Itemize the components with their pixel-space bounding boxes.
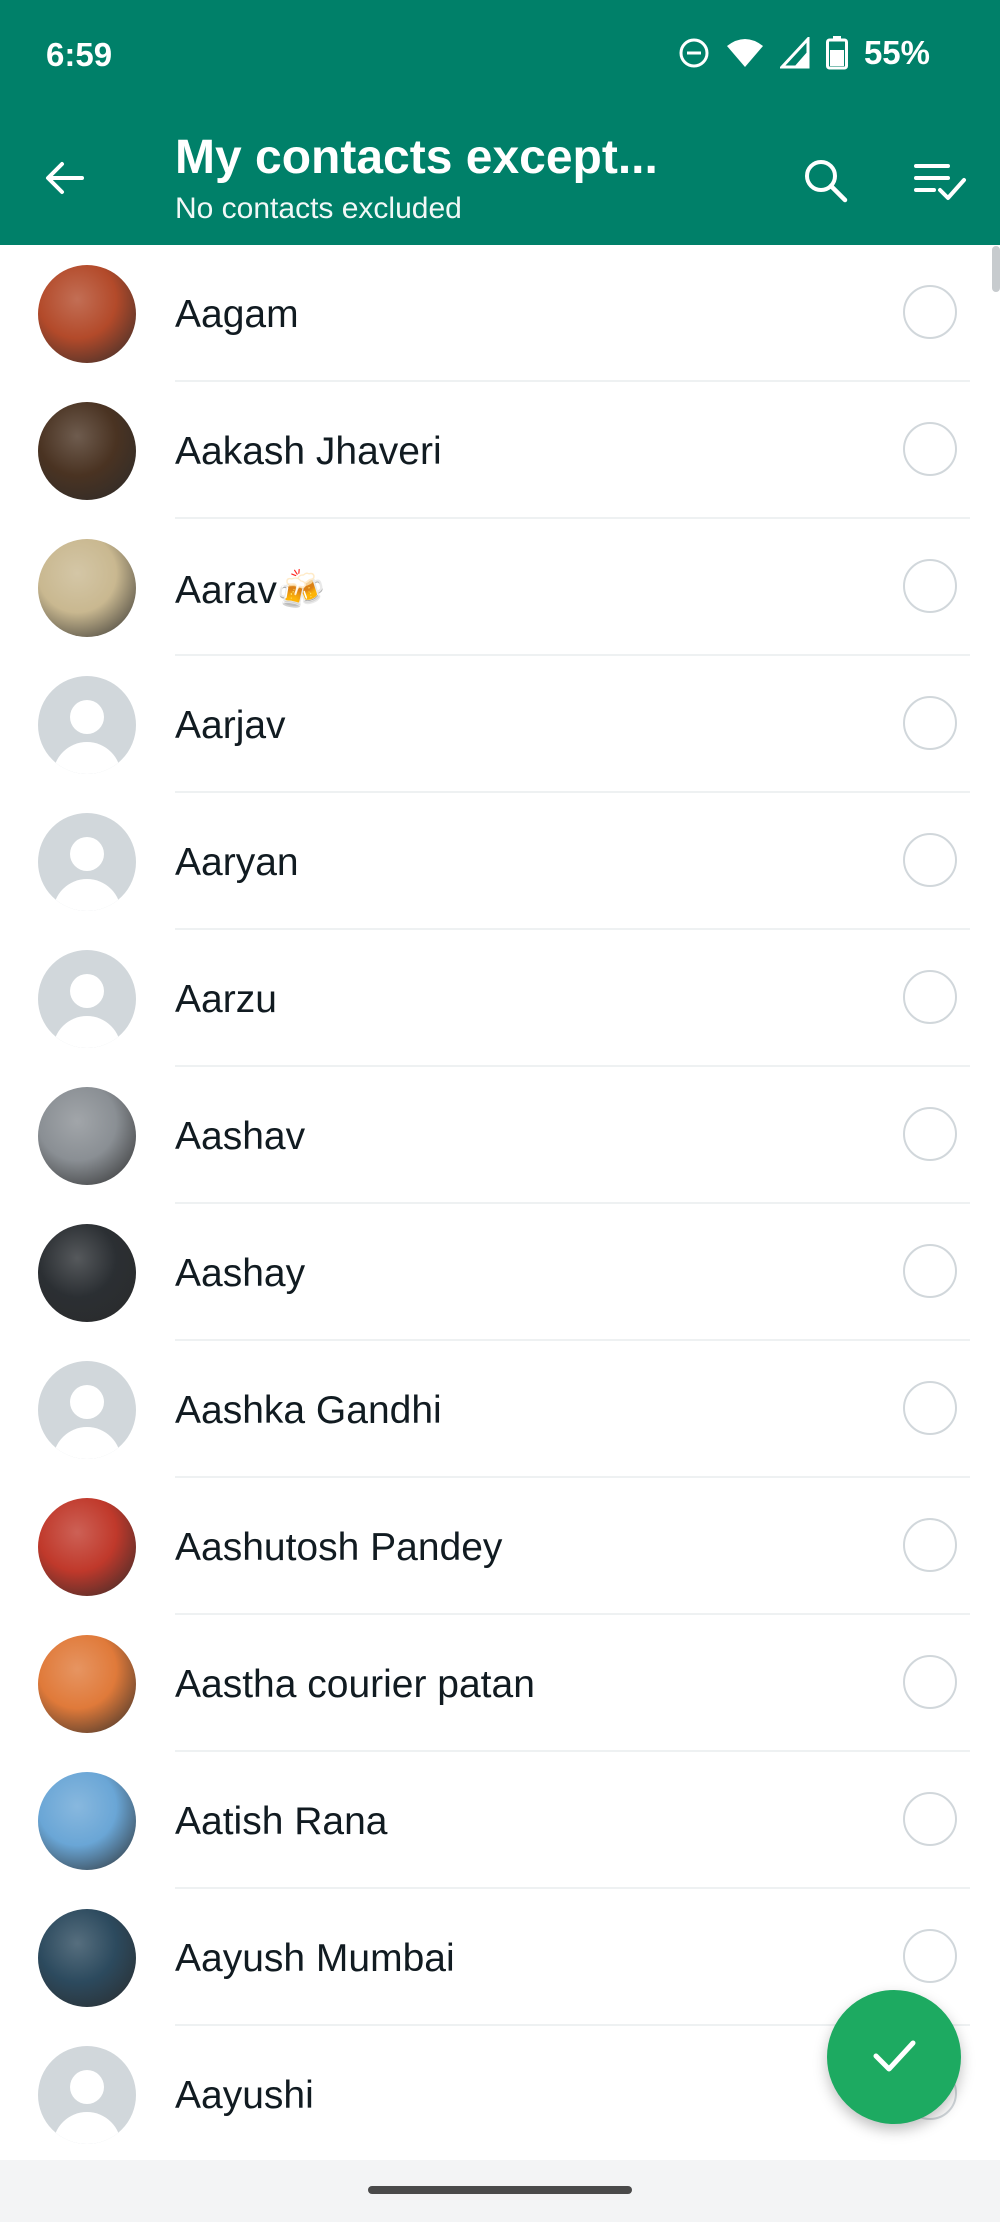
contact-row[interactable]: Aaryan bbox=[0, 793, 1000, 930]
contact-select-radio[interactable] bbox=[903, 422, 957, 476]
contact-select-radio[interactable] bbox=[903, 1518, 957, 1572]
contact-select-radio[interactable] bbox=[903, 1792, 957, 1846]
status-bar: 6:59 55% bbox=[0, 0, 1000, 110]
scrollbar[interactable] bbox=[992, 246, 1000, 292]
select-all-button[interactable] bbox=[910, 152, 970, 212]
contact-row[interactable]: Aarzu bbox=[0, 930, 1000, 1067]
contact-name: Aagam bbox=[175, 293, 299, 336]
back-button[interactable] bbox=[34, 150, 94, 210]
search-icon bbox=[801, 156, 849, 209]
contact-name: Aaryan bbox=[175, 841, 299, 884]
contact-row[interactable]: Aarjav bbox=[0, 656, 1000, 793]
signal-icon bbox=[779, 37, 810, 69]
contact-name: Aashka Gandhi bbox=[175, 1389, 442, 1432]
contact-row[interactable]: Aarav🍻 bbox=[0, 519, 1000, 656]
avatar[interactable] bbox=[38, 265, 136, 363]
home-gesture-handle[interactable] bbox=[368, 2186, 632, 2194]
check-icon bbox=[868, 2029, 920, 2086]
battery-icon bbox=[825, 36, 848, 70]
avatar[interactable] bbox=[38, 1498, 136, 1596]
contact-select-radio[interactable] bbox=[903, 1244, 957, 1298]
avatar[interactable] bbox=[38, 1087, 136, 1185]
default-avatar-icon[interactable] bbox=[38, 2046, 136, 2144]
page-title: My contacts except... bbox=[175, 131, 658, 184]
default-avatar-icon[interactable] bbox=[38, 813, 136, 911]
contact-name: Aashutosh Pandey bbox=[175, 1526, 503, 1569]
wifi-icon bbox=[726, 37, 764, 69]
select-all-icon bbox=[912, 158, 968, 207]
contact-name: Aastha courier patan bbox=[175, 1663, 535, 1706]
contact-row[interactable]: Aastha courier patan bbox=[0, 1615, 1000, 1752]
contact-name: Aarjav bbox=[175, 704, 286, 747]
contact-row[interactable]: Aashav bbox=[0, 1067, 1000, 1204]
confirm-button[interactable] bbox=[827, 1990, 961, 2124]
contact-row[interactable]: Aashutosh Pandey bbox=[0, 1478, 1000, 1615]
default-avatar-icon[interactable] bbox=[38, 950, 136, 1048]
status-time: 6:59 bbox=[46, 36, 113, 73]
contact-select-radio[interactable] bbox=[903, 696, 957, 750]
contact-row[interactable]: Aagam bbox=[0, 245, 1000, 382]
contact-row[interactable]: Aashay bbox=[0, 1204, 1000, 1341]
contact-select-radio[interactable] bbox=[903, 1929, 957, 1983]
default-avatar-icon[interactable] bbox=[38, 676, 136, 774]
avatar[interactable] bbox=[38, 402, 136, 500]
back-arrow-icon bbox=[42, 156, 86, 205]
do-not-disturb-icon bbox=[678, 37, 710, 69]
default-avatar-icon[interactable] bbox=[38, 1361, 136, 1459]
avatar[interactable] bbox=[38, 1635, 136, 1733]
contact-select-radio[interactable] bbox=[903, 559, 957, 613]
avatar[interactable] bbox=[38, 539, 136, 637]
contact-select-radio[interactable] bbox=[903, 1655, 957, 1709]
status-icons: 55% bbox=[678, 34, 930, 72]
contact-name: Aashav bbox=[175, 1115, 306, 1158]
navigation-bar bbox=[0, 2160, 1000, 2222]
contact-row[interactable]: Aatish Rana bbox=[0, 1752, 1000, 1889]
contact-row[interactable]: Aashka Gandhi bbox=[0, 1341, 1000, 1478]
contact-row[interactable]: Aakash Jhaveri bbox=[0, 382, 1000, 519]
contact-select-radio[interactable] bbox=[903, 970, 957, 1024]
avatar[interactable] bbox=[38, 1224, 136, 1322]
contact-name: Aayush Mumbai bbox=[175, 1937, 455, 1980]
battery-percent: 55% bbox=[863, 34, 930, 71]
page-subtitle: No contacts excluded bbox=[175, 192, 462, 225]
contact-name: Aakash Jhaveri bbox=[175, 430, 442, 473]
contact-select-radio[interactable] bbox=[903, 1107, 957, 1161]
avatar[interactable] bbox=[38, 1772, 136, 1870]
contact-select-radio[interactable] bbox=[903, 1381, 957, 1435]
contacts-list[interactable]: Aagam Aakash Jhaveri Aarav🍻 Aarjav Aaryan Aar… bbox=[0, 245, 1000, 2160]
contact-name: Aatish Rana bbox=[175, 1800, 388, 1843]
contact-select-radio[interactable] bbox=[903, 833, 957, 887]
search-button[interactable] bbox=[795, 152, 855, 212]
contact-name: Aarzu bbox=[175, 978, 277, 1021]
avatar[interactable] bbox=[38, 1909, 136, 2007]
app-bar: My contacts except... No contacts exclud… bbox=[0, 110, 1000, 245]
contact-name: Aayushi bbox=[175, 2074, 314, 2117]
contact-select-radio[interactable] bbox=[903, 285, 957, 339]
contact-name: Aashay bbox=[175, 1252, 306, 1295]
contact-name: Aarav🍻 bbox=[175, 569, 326, 612]
